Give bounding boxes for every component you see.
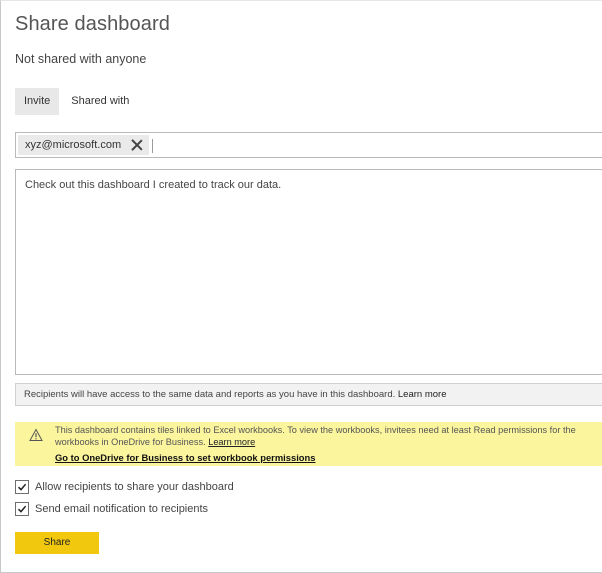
- close-icon[interactable]: [131, 139, 143, 151]
- allow-reshare-option[interactable]: Allow recipients to share your dashboard: [15, 480, 234, 494]
- text-cursor: [152, 139, 153, 153]
- email-notification-option[interactable]: Send email notification to recipients: [15, 502, 208, 516]
- dialog-title: Share dashboard: [15, 13, 170, 35]
- tab-invite[interactable]: Invite: [15, 88, 60, 115]
- checkmark-icon: [17, 483, 27, 491]
- recipients-input[interactable]: xyz@microsoft.com: [15, 132, 602, 158]
- email-notification-label: Send email notification to recipients: [35, 503, 209, 515]
- access-note: Recipients will have access to the same …: [15, 383, 602, 406]
- warning-message: This dashboard contains tiles linked to …: [55, 425, 576, 447]
- message-textarea[interactable]: Check out this dashboard I created to tr…: [15, 169, 602, 375]
- excel-warning-banner: This dashboard contains tiles linked to …: [15, 422, 602, 466]
- email-notification-checkbox[interactable]: [15, 502, 29, 516]
- onedrive-permissions-link[interactable]: Go to OneDrive for Business to set workb…: [55, 452, 315, 463]
- checkmark-icon: [17, 505, 27, 513]
- recipient-chip: xyz@microsoft.com: [18, 135, 150, 155]
- access-note-text: Recipients will have access to the same …: [24, 389, 396, 400]
- warning-text: This dashboard contains tiles linked to …: [55, 425, 600, 448]
- share-status: Not shared with anyone: [15, 52, 147, 66]
- share-dashboard-panel: Share dashboard Not shared with anyone I…: [0, 0, 602, 573]
- warning-learn-more-link[interactable]: Learn more: [208, 437, 255, 447]
- share-button[interactable]: Share: [15, 532, 99, 554]
- recipient-chip-label: xyz@microsoft.com: [25, 139, 122, 151]
- share-tabs: Invite Shared with: [15, 88, 138, 115]
- allow-reshare-label: Allow recipients to share your dashboard: [35, 481, 234, 493]
- tab-shared-with[interactable]: Shared with: [59, 88, 138, 115]
- access-learn-more-link[interactable]: Learn more: [398, 389, 447, 400]
- warning-icon: [29, 428, 43, 441]
- allow-reshare-checkbox[interactable]: [15, 480, 29, 494]
